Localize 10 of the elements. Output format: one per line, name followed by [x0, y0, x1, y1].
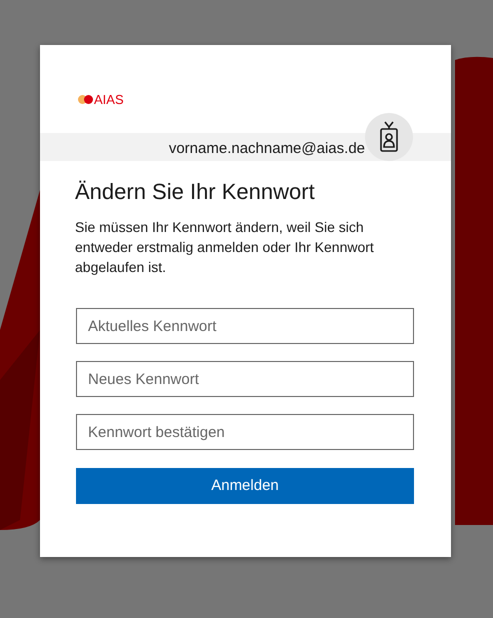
id-badge-icon: [379, 121, 399, 153]
page-title: Ändern Sie Ihr Kennwort: [75, 178, 316, 206]
account-email: vorname.nachname@aias.de: [168, 138, 365, 159]
sign-in-button[interactable]: Anmelden: [76, 468, 414, 504]
password-field[interactable]: Kennwort bestätigen: [76, 414, 414, 450]
logo-text: AIAS: [94, 92, 124, 106]
logo-icon: [78, 94, 93, 104]
password-field[interactable]: Aktuelles Kennwort: [76, 308, 414, 344]
description-text: Sie müssen Ihr Kennwort ändern, weil Sie sich entweder erstmalig anmelden oder Ihr Kennwort abgelaufen ist.: [75, 218, 375, 277]
password-field[interactable]: Neues Kennwort: [76, 361, 414, 397]
